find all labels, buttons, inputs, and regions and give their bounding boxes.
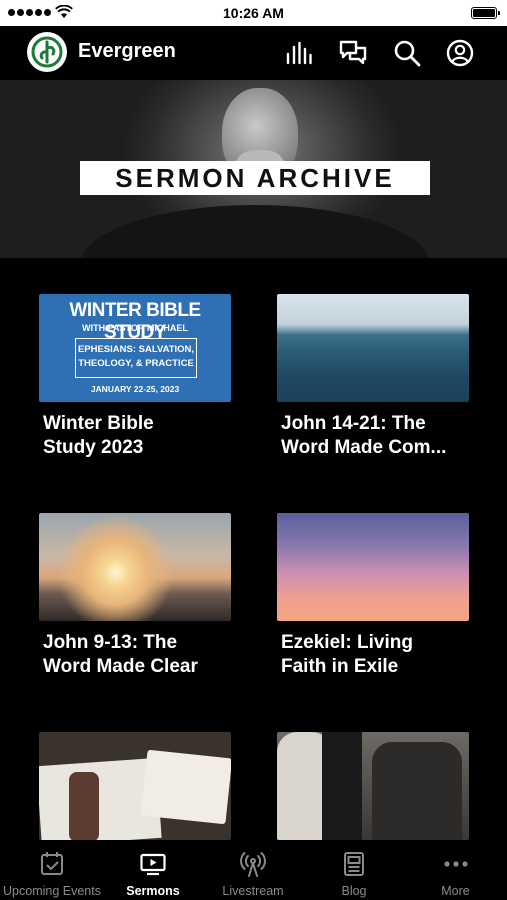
thumb-topic-line-1: EPHESIANS: SALVATION,	[77, 344, 195, 355]
series-thumbnail: WINTER BIBLE STUDY WITH PASTOR MICHAEL E…	[39, 294, 231, 402]
tab-upcoming-events[interactable]: Upcoming Events	[0, 842, 104, 900]
series-thumbnail	[277, 513, 469, 621]
series-title: John 9-13: The Word Made Clear	[39, 631, 239, 679]
evergreen-logo-icon	[31, 36, 63, 68]
series-title-line-1: Ezekiel: Living	[281, 632, 413, 653]
series-thumbnail	[39, 732, 231, 840]
series-card-john-14-21[interactable]: John 14-21: The Word Made Com...	[277, 294, 469, 460]
sermon-archive-hero: SERMON ARCHIVE	[0, 80, 507, 258]
newspaper-icon	[344, 852, 364, 876]
series-title-line-2: Word Made Com...	[281, 437, 447, 458]
series-thumbnail	[39, 513, 231, 621]
tab-more[interactable]: More	[404, 842, 507, 900]
series-title-line-1: John 9-13: The	[43, 632, 178, 653]
person-shape	[322, 732, 362, 840]
series-title: Ezekiel: Living Faith in Exile	[277, 631, 477, 679]
app-header: Evergreen	[0, 26, 507, 80]
tab-label: Blog	[341, 884, 367, 898]
thumb-dates: JANUARY 22-25, 2023	[90, 384, 180, 394]
evergreen-logo[interactable]	[27, 32, 67, 72]
series-title-line-2: Faith in Exile	[281, 656, 399, 677]
tab-label: Livestream	[222, 884, 284, 898]
series-title-line-2: Word Made Clear	[43, 656, 198, 677]
broadcast-tower-icon	[240, 852, 266, 877]
series-title-line-1: Winter Bible	[43, 413, 154, 434]
audio-bars-icon[interactable]	[284, 38, 314, 68]
series-title-line-2: Study 2023	[43, 437, 144, 458]
bible-shape	[140, 749, 231, 825]
hero-title: SERMON ARCHIVE	[80, 161, 430, 195]
thumb-topic-box: EPHESIANS: SALVATION, THEOLOGY, & PRACTI…	[75, 338, 197, 378]
thumb-subheading: WITH PASTOR MICHAEL	[82, 323, 188, 333]
tab-blog[interactable]: Blog	[304, 842, 404, 900]
tab-label: Upcoming Events	[3, 884, 101, 898]
battery-icon	[471, 7, 500, 19]
series-card-bible-study-photo[interactable]	[39, 732, 231, 840]
person-shape	[372, 742, 462, 840]
series-card-worship-photo[interactable]	[277, 732, 469, 840]
thumb-topic-line-2: THEOLOGY, & PRACTICE	[78, 358, 194, 369]
tv-play-icon	[140, 853, 166, 876]
series-card-john-9-13[interactable]: John 9-13: The Word Made Clear	[39, 513, 231, 679]
series-thumbnail	[277, 294, 469, 402]
tab-label: Sermons	[126, 884, 180, 898]
account-icon[interactable]	[445, 38, 475, 68]
tab-livestream[interactable]: Livestream	[202, 842, 304, 900]
bottom-tab-bar: Upcoming Events Sermons Livestream Blog …	[0, 842, 507, 900]
series-card-winter-bible-study[interactable]: WINTER BIBLE STUDY WITH PASTOR MICHAEL E…	[39, 294, 231, 460]
search-icon[interactable]	[392, 38, 422, 68]
series-card-ezekiel[interactable]: Ezekiel: Living Faith in Exile	[277, 513, 469, 679]
more-dots-icon	[443, 861, 468, 867]
tab-label: More	[441, 884, 470, 898]
series-title-line-1: John 14-21: The	[281, 413, 426, 434]
series-title: John 14-21: The Word Made Com...	[277, 412, 477, 460]
status-time: 10:26 AM	[223, 5, 284, 21]
arm-shape	[69, 772, 99, 840]
calendar-check-icon	[41, 852, 63, 875]
series-title: Winter Bible Study 2023	[39, 412, 239, 460]
chat-bubbles-icon[interactable]	[338, 38, 368, 68]
hero-speaker-body	[80, 205, 430, 258]
series-thumbnail	[277, 732, 469, 840]
app-name: Evergreen	[78, 40, 176, 62]
status-bar: 10:26 AM	[0, 0, 507, 26]
tab-sermons[interactable]: Sermons	[104, 842, 202, 900]
